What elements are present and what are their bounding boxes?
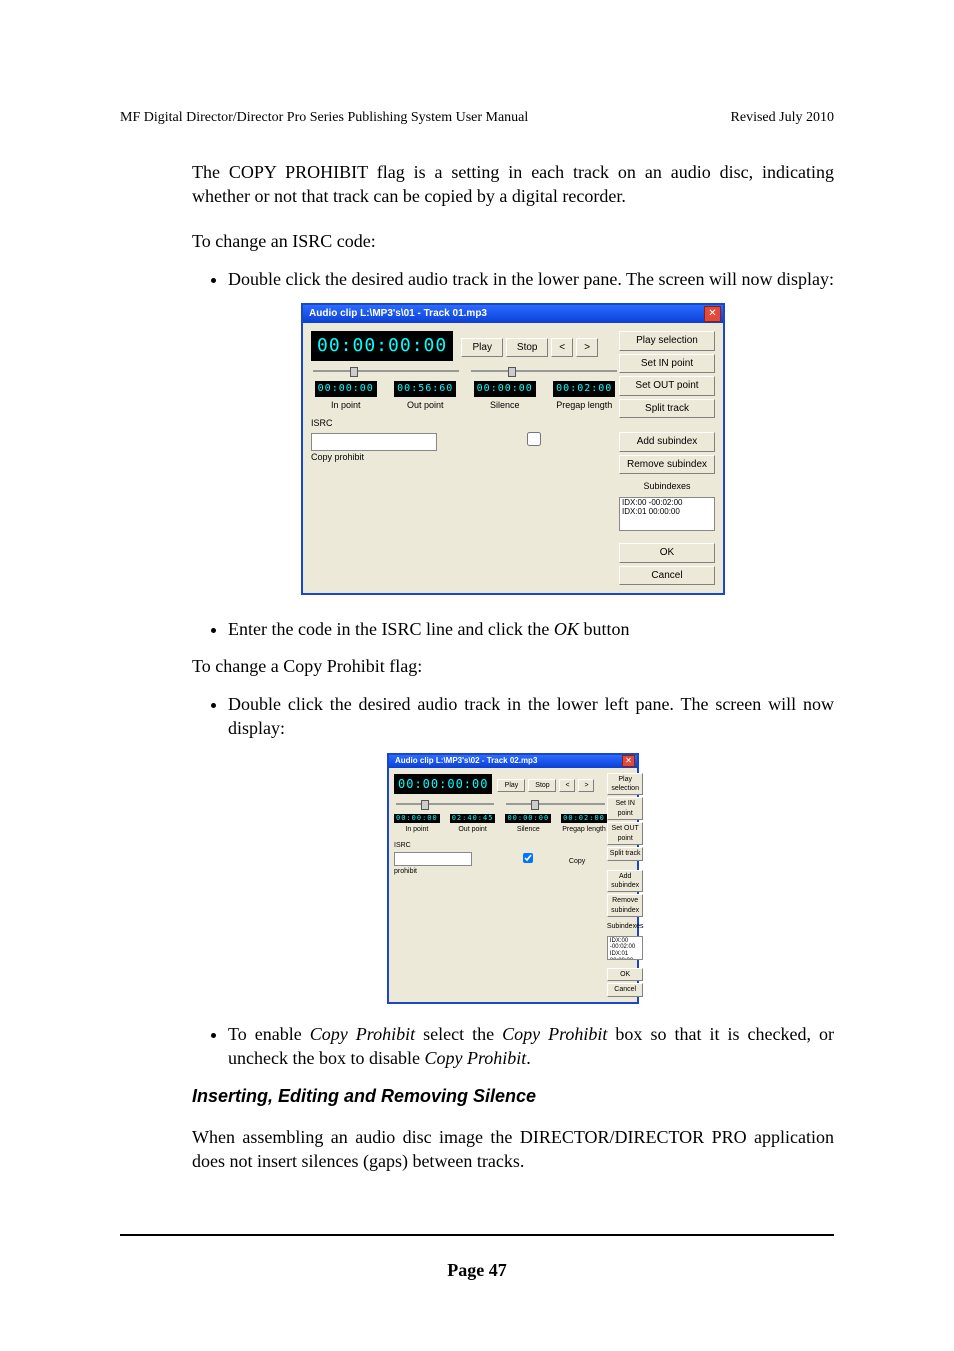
audio-clip-dialog-1: Audio clip L:\MP3's\01 - Track 01.mp3 ✕ … bbox=[301, 303, 725, 595]
add-subindex-button[interactable]: Add subindex bbox=[619, 432, 715, 452]
audio-clip-dialog-2: Audio clip L:\MP3's\02 - Track 02.mp3 ✕ … bbox=[387, 753, 639, 1004]
bullet-doubleclick-1: Double click the desired audio track in … bbox=[228, 267, 834, 291]
copy-prohibit-checkbox-2[interactable] bbox=[492, 853, 564, 863]
volume-slider[interactable] bbox=[471, 370, 617, 372]
remove-subindex-button[interactable]: Remove subindex bbox=[619, 455, 715, 475]
volume-slider-2[interactable] bbox=[506, 803, 604, 805]
set-in-point-button[interactable]: Set IN point bbox=[619, 354, 715, 374]
play-button[interactable]: Play bbox=[461, 338, 503, 358]
header-right: Revised July 2010 bbox=[731, 110, 834, 126]
copy-prohibit-label-1: Copy prohibit bbox=[311, 452, 364, 462]
cancel-button-2[interactable]: Cancel bbox=[607, 983, 644, 996]
add-subindex-button-2[interactable]: Add subindex bbox=[607, 870, 644, 893]
para-copy-prohibit-desc: The COPY PROHIBIT flag is a setting in e… bbox=[192, 160, 834, 209]
in-point-value-2: 00:00:00 bbox=[394, 814, 440, 823]
split-track-button[interactable]: Split track bbox=[619, 399, 715, 419]
ok-button[interactable]: OK bbox=[619, 543, 715, 563]
in-point-value: 00:00:00 bbox=[315, 381, 377, 397]
play-selection-button[interactable]: Play selection bbox=[619, 331, 715, 351]
bullet-enable-copy-prohibit: To enable Copy Prohibit select the Copy … bbox=[228, 1022, 834, 1071]
next-button-2[interactable]: > bbox=[578, 779, 594, 792]
out-point-value-2: 02:40:45 bbox=[450, 814, 496, 823]
cancel-button[interactable]: Cancel bbox=[619, 566, 715, 586]
dialog1-title: Audio clip L:\MP3's\01 - Track 01.mp3 bbox=[309, 307, 704, 321]
bullet-enter-code: Enter the code in the ISRC line and clic… bbox=[228, 617, 834, 641]
main-time-display: 00:00:00:00 bbox=[311, 331, 453, 361]
para-change-isrc: To change an ISRC code: bbox=[192, 229, 834, 253]
pregap-value-2: 00:02:00 bbox=[561, 814, 607, 823]
page-number: Page 47 bbox=[120, 1260, 834, 1281]
silence-value-2: 00:00:00 bbox=[505, 814, 551, 823]
subindex-list-2[interactable]: IDX:00 -00:02:00 IDX:01 00:00:00 bbox=[607, 936, 644, 960]
play-button-2[interactable]: Play bbox=[497, 779, 525, 792]
main-time-display-2: 00:00:00:00 bbox=[394, 774, 492, 794]
out-point-value: 00:56:60 bbox=[394, 381, 456, 397]
close-icon[interactable]: ✕ bbox=[622, 755, 635, 767]
subindex-list[interactable]: IDX:00 -00:02:00 IDX:01 00:00:00 bbox=[619, 497, 715, 531]
para-no-silence-insert: When assembling an audio disc image the … bbox=[192, 1125, 834, 1174]
silence-label: Silence bbox=[470, 399, 540, 411]
close-icon[interactable]: ✕ bbox=[704, 306, 721, 322]
split-track-button-2[interactable]: Split track bbox=[607, 847, 644, 860]
subindexes-label: Subindexes bbox=[619, 480, 715, 492]
set-out-point-button-2[interactable]: Set OUT point bbox=[607, 822, 644, 845]
footer-divider bbox=[120, 1234, 834, 1236]
isrc-input[interactable] bbox=[311, 433, 437, 451]
silence-value: 00:00:00 bbox=[474, 381, 536, 397]
prev-button[interactable]: < bbox=[551, 338, 573, 358]
subindex-row: IDX:01 00:00:00 bbox=[622, 508, 712, 517]
subindex-row: IDX:01 00:00:00 bbox=[610, 951, 641, 960]
stop-button-2[interactable]: Stop bbox=[528, 779, 556, 792]
header-left: MF Digital Director/Director Pro Series … bbox=[120, 110, 528, 126]
heading-inserting-silence: Inserting, Editing and Removing Silence bbox=[192, 1084, 834, 1108]
pregap-label: Pregap length bbox=[550, 399, 620, 411]
dialog2-title: Audio clip L:\MP3's\02 - Track 02.mp3 bbox=[395, 756, 622, 767]
next-button[interactable]: > bbox=[576, 338, 598, 358]
isrc-input-2[interactable] bbox=[394, 852, 472, 866]
stop-button[interactable]: Stop bbox=[506, 338, 548, 358]
set-in-point-button-2[interactable]: Set IN point bbox=[607, 797, 644, 820]
position-slider-2[interactable] bbox=[396, 803, 494, 805]
position-slider[interactable] bbox=[313, 370, 459, 372]
subindex-row: IDX:00 -00:02:00 bbox=[610, 938, 641, 951]
para-change-copy-prohibit: To change a Copy Prohibit flag: bbox=[192, 654, 834, 678]
copy-prohibit-checkbox-1[interactable] bbox=[474, 432, 594, 446]
pregap-value: 00:02:00 bbox=[553, 381, 615, 397]
bullet-doubleclick-2: Double click the desired audio track in … bbox=[228, 692, 834, 741]
out-point-label: Out point bbox=[391, 399, 461, 411]
set-out-point-button[interactable]: Set OUT point bbox=[619, 376, 715, 396]
in-point-label: In point bbox=[311, 399, 381, 411]
prev-button-2[interactable]: < bbox=[559, 779, 575, 792]
remove-subindex-button-2[interactable]: Remove subindex bbox=[607, 894, 644, 917]
ok-button-2[interactable]: OK bbox=[607, 968, 644, 981]
isrc-label: ISRC bbox=[311, 418, 333, 428]
play-selection-button-2[interactable]: Play selection bbox=[607, 773, 644, 796]
